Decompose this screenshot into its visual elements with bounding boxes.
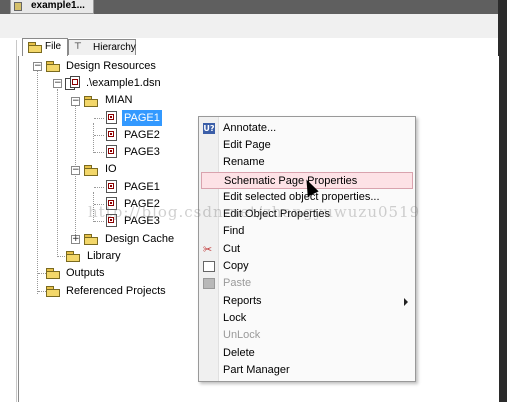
tab-hierarchy-label: Hierarchy	[93, 42, 136, 53]
tree-line	[57, 89, 58, 257]
menu-item-edit-page[interactable]: Edit Page	[200, 137, 414, 154]
tree-item-label: Library	[87, 250, 121, 262]
tree-line	[94, 135, 104, 136]
menu-item-label: UnLock	[223, 329, 261, 341]
tree-item-label: Design Cache	[105, 233, 175, 245]
folder-icon	[66, 251, 81, 262]
menu-item-lock[interactable]: Lock	[200, 310, 414, 327]
menu-item-rename[interactable]: Rename	[200, 154, 414, 171]
hierarchy-icon: ⊤	[74, 42, 82, 52]
tree-item-label-selected: PAGE1	[122, 110, 162, 126]
menu-item-label: Edit Page	[223, 139, 271, 151]
menu-item-label: Find	[223, 225, 245, 237]
tree-item-label: Outputs	[66, 267, 105, 279]
project-tabs: File ⊤ Hierarchy	[18, 38, 498, 57]
menu-item-find[interactable]: Find	[200, 223, 414, 240]
tree-line	[94, 221, 104, 222]
menu-item-label: Paste	[223, 277, 252, 289]
menu-item-edit-object-properties[interactable]: Edit Object Properties	[200, 206, 414, 223]
tree-item-label: PAGE2	[124, 198, 160, 210]
folder-icon	[46, 286, 61, 297]
menu-item-annotate[interactable]: U? Annotate...	[200, 120, 414, 137]
tree-line	[38, 291, 46, 292]
menu-item-part-manager[interactable]: Part Manager	[200, 362, 414, 379]
collapse-toggle[interactable]: −	[33, 62, 42, 71]
tree-item-label: .\example1.dsn	[86, 77, 161, 89]
expand-toggle[interactable]: +	[71, 235, 80, 244]
tree-line	[93, 192, 94, 222]
scissors-icon: ✂	[203, 243, 213, 256]
menu-item-unlock[interactable]: UnLock	[200, 327, 414, 344]
menu-item-label: Schematic Page Properties	[224, 175, 358, 187]
paste-icon	[203, 278, 215, 289]
right-edge	[498, 0, 507, 402]
menu-item-reports[interactable]: Reports	[200, 293, 414, 310]
tab-file-label: File	[45, 41, 62, 52]
tree-line	[94, 204, 104, 205]
menu-item-label: Part Manager	[223, 364, 290, 376]
collapse-toggle[interactable]: −	[71, 166, 80, 175]
left-gutter	[0, 40, 17, 402]
menu-item-paste[interactable]: Paste	[200, 275, 414, 292]
tree-item-label: PAGE1	[124, 181, 160, 193]
schematic-page-icon	[106, 180, 118, 194]
document-tab-label: example1...	[31, 0, 85, 11]
tab-hierarchy[interactable]: ⊤ Hierarchy	[68, 39, 136, 55]
copy-icon	[203, 261, 215, 272]
tree-line	[94, 187, 104, 188]
tree-item-label: PAGE3	[124, 146, 160, 158]
tree-line	[93, 123, 94, 153]
collapse-toggle[interactable]: −	[53, 79, 62, 88]
tree-item-label: Design Resources	[66, 60, 156, 72]
tree-line	[38, 273, 46, 274]
schematic-page-icon	[106, 214, 118, 228]
design-file-icon	[65, 76, 81, 90]
menu-item-label: Edit selected object properties...	[223, 191, 380, 203]
folder-open-icon	[84, 165, 99, 176]
schematic-page-icon	[106, 145, 118, 159]
context-menu: U? Annotate... Edit Page Rename Schemati…	[198, 116, 416, 382]
menu-item-copy[interactable]: Copy	[200, 258, 414, 275]
menu-item-label: Lock	[223, 312, 247, 324]
tree-line	[94, 152, 104, 153]
tree-item-label: PAGE2	[124, 129, 160, 141]
tree-item-label: MIAN	[105, 94, 133, 106]
schematic-page-icon	[106, 197, 118, 211]
collapse-toggle[interactable]: −	[71, 97, 80, 106]
schematic-doc-icon	[14, 2, 22, 11]
tree-item-label: Referenced Projects	[66, 285, 166, 297]
menu-item-label: Copy	[223, 260, 249, 272]
menu-item-label: Delete	[223, 347, 255, 359]
toolbar-strip	[0, 14, 507, 38]
menu-item-label: Annotate...	[223, 122, 277, 134]
folder-icon	[84, 234, 99, 245]
menu-item-delete[interactable]: Delete	[200, 345, 414, 362]
schematic-page-icon	[106, 111, 118, 125]
document-tab[interactable]: example1...	[10, 0, 94, 14]
menu-item-label: Rename	[223, 156, 265, 168]
folder-open-icon	[46, 61, 61, 72]
submenu-arrow-icon	[404, 298, 408, 306]
folder-icon	[46, 268, 61, 279]
menu-item-label: Reports	[223, 295, 262, 307]
menu-item-label: Cut	[223, 243, 241, 255]
menu-item-label: Edit Object Properties	[223, 208, 330, 220]
tab-file[interactable]: File	[22, 38, 68, 56]
tree-item-label: PAGE3	[124, 215, 160, 227]
tree-item-label: IO	[105, 163, 117, 175]
tree-line	[94, 118, 104, 119]
folder-open-icon	[84, 96, 99, 107]
annotate-icon: U?	[203, 123, 215, 134]
tree-line	[37, 71, 38, 294]
schematic-page-icon	[106, 128, 118, 142]
menu-item-cut[interactable]: ✂ Cut	[200, 241, 414, 258]
